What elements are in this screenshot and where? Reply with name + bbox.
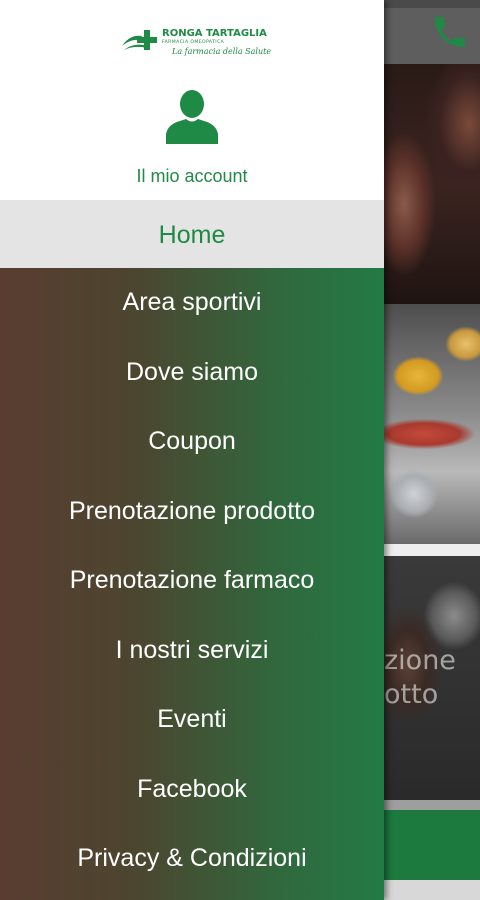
menu-item-prenotazione-farmaco[interactable]: Prenotazione farmaco xyxy=(0,546,384,616)
menu-item-facebook[interactable]: Facebook xyxy=(0,755,384,825)
my-account-link[interactable]: Il mio account xyxy=(0,166,384,187)
logo-subtitle: FARMACIA OMEOPATICA xyxy=(162,40,225,45)
menu-item-servizi[interactable]: I nostri servizi xyxy=(0,616,384,686)
menu-item-privacy[interactable]: Privacy & Condizioni xyxy=(0,824,384,894)
menu-item-coupon[interactable]: Coupon xyxy=(0,407,384,477)
phone-icon[interactable] xyxy=(430,12,470,52)
drawer-menu: Home Area sportivi Dove siamo Coupon Pre… xyxy=(0,200,384,894)
menu-item-area-sportivi[interactable]: Area sportivi xyxy=(0,268,384,338)
app-footer xyxy=(384,880,480,900)
drawer-header: RONGA TARTAGLIA FARMACIA OMEOPATICA La f… xyxy=(0,0,384,200)
brand-logo: RONGA TARTAGLIA FARMACIA OMEOPATICA La f… xyxy=(120,22,272,62)
logo-tagline: La farmacia della Salute xyxy=(172,47,272,56)
content-tile-2[interactable] xyxy=(384,304,480,544)
tile-caption: zione otto xyxy=(384,645,456,710)
menu-item-home[interactable]: Home xyxy=(0,200,384,268)
menu-item-eventi[interactable]: Eventi xyxy=(0,685,384,755)
content-tile-1[interactable] xyxy=(384,64,480,304)
user-avatar-icon[interactable] xyxy=(166,88,218,144)
divider xyxy=(384,800,480,810)
navigation-drawer: RONGA TARTAGLIA FARMACIA OMEOPATICA La f… xyxy=(0,0,384,900)
pharmacy-cross-icon xyxy=(122,30,157,50)
app-action-button[interactable] xyxy=(384,810,480,880)
divider xyxy=(384,544,480,556)
logo-title: RONGA TARTAGLIA xyxy=(162,28,267,39)
menu-item-dove-siamo[interactable]: Dove siamo xyxy=(0,338,384,408)
menu-item-prenotazione-prodotto[interactable]: Prenotazione prodotto xyxy=(0,477,384,547)
